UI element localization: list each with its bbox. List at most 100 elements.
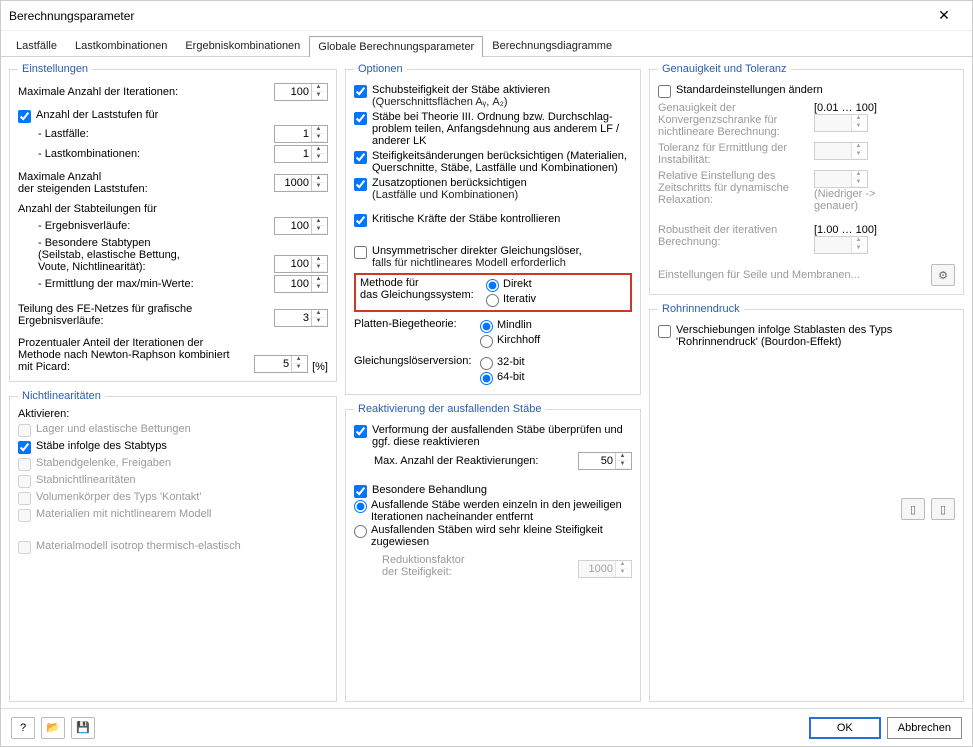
label-besondere-behandlung: Besondere Behandlung — [372, 484, 487, 496]
checkbox-verformung-pruefen[interactable] — [354, 425, 367, 438]
label-theorie3: Stäbe bei Theorie III. Ordnung bzw. Durc… — [372, 111, 632, 147]
group-optionen: Optionen Schubsteifigkeit der Stäbe akti… — [345, 63, 641, 395]
label-kritische-kraefte: Kritische Kräfte der Stäbe kontrollieren — [372, 213, 560, 225]
label-method: Methode für das Gleichungssystem: — [360, 277, 486, 308]
checkbox-volumenkoerper — [18, 492, 31, 505]
radio-kleine-steifigkeit[interactable] — [354, 525, 367, 538]
spin-special-types[interactable]: ▲▼ — [274, 255, 328, 273]
checkbox-steifigkeitsaenderungen[interactable] — [354, 151, 367, 164]
range-robustheit: [1.00 … 100] — [814, 224, 912, 236]
spin-fe-div[interactable]: ▲▼ — [274, 309, 328, 327]
legend-rohrinnendruck: Rohrinnendruck — [658, 303, 744, 315]
spin-toleranz: ▲▼ — [814, 142, 868, 160]
spin-load-cases[interactable]: ▲▼ — [274, 125, 328, 143]
tool-icon-1[interactable]: ▯ — [901, 498, 925, 520]
save-icon[interactable]: 💾 — [71, 717, 95, 739]
label-special-types: - Besondere Stabtypen (Seilstab, elastis… — [38, 237, 270, 273]
checkbox-unsymmetrischer[interactable] — [354, 246, 367, 259]
label-stabendgelenke: Stabendgelenke, Freigaben — [36, 457, 171, 469]
folder-icon[interactable]: 📂 — [41, 717, 65, 739]
label-konvergenz: Genauigkeit der Konvergenzschranke für n… — [658, 102, 808, 138]
checkbox-staebe-stabtyp[interactable] — [18, 441, 31, 454]
checkbox-standard-aendern[interactable] — [658, 85, 671, 98]
label-einzeln-entfernt: Ausfallende Stäbe werden einzeln in den … — [371, 499, 632, 523]
cancel-button[interactable]: Abbrechen — [887, 717, 962, 739]
tab-lastfaelle[interactable]: Lastfälle — [7, 35, 66, 56]
label-materialien-nl: Materialien mit nichtlinearem Modell — [36, 508, 211, 520]
tab-globale-berechnungsparameter[interactable]: Globale Berechnungsparameter — [309, 36, 483, 57]
highlight-method: Methode für das Gleichungssystem: Direkt… — [354, 273, 632, 312]
legend-genauigkeit: Genauigkeit und Toleranz — [658, 63, 791, 75]
label-unsymmetrischer: Unsymmetrischer direkter Gleichungslöser… — [372, 245, 582, 269]
label-load-cases: - Lastfälle: — [38, 128, 270, 140]
label-steifigkeitsaenderungen: Steifigkeitsänderungen berücksichtigen (… — [372, 150, 632, 174]
spin-max-min[interactable]: ▲▼ — [274, 275, 328, 293]
label-materialmodell-iso: Materialmodell isotrop thermisch-elastis… — [36, 540, 241, 552]
spin-max-iterations[interactable]: ▲▼ — [274, 83, 328, 101]
tab-berechnungsdiagramme[interactable]: Berechnungsdiagramme — [483, 35, 621, 56]
label-iterativ: Iterativ — [503, 293, 536, 305]
tab-lastkombinationen[interactable]: Lastkombinationen — [66, 35, 176, 56]
group-einstellungen: Einstellungen Maximale Anzahl der Iterat… — [9, 63, 337, 382]
radio-64bit[interactable] — [480, 372, 493, 385]
spin-zeitschritt: ▲▼ — [814, 170, 868, 188]
label-max-min: - Ermittlung der max/min-Werte: — [38, 278, 270, 290]
checkbox-schubsteifigkeit[interactable] — [354, 85, 367, 98]
label-solver-version: Gleichungslöserversion: — [354, 355, 480, 386]
label-load-combos: - Lastkombinationen: — [38, 148, 270, 160]
group-nichtlinearitaeten: Nichtlinearitäten Aktivieren: Lager und … — [9, 390, 337, 702]
checkbox-materialien-nl — [18, 509, 31, 522]
label-staebe-stabtyp: Stäbe infolge des Stabtyps — [36, 440, 167, 452]
checkbox-besondere-behandlung[interactable] — [354, 485, 367, 498]
label-64bit: 64-bit — [497, 371, 525, 383]
settings-icon: ⚙ — [931, 264, 955, 286]
label-picard-unit: [%] — [312, 361, 328, 373]
radio-direkt[interactable] — [486, 279, 499, 292]
label-kleine-steifigkeit: Ausfallenden Stäben wird sehr kleine Ste… — [371, 524, 632, 548]
label-zusatzoptionen: Zusatzoptionen berücksichtigen(Lastfälle… — [372, 177, 527, 201]
label-divisions-header: Anzahl der Stabteilungen für — [18, 203, 328, 215]
tab-ergebniskombinationen[interactable]: Ergebniskombinationen — [176, 35, 309, 56]
spin-load-combos[interactable]: ▲▼ — [274, 145, 328, 163]
tool-icon-2[interactable]: ▯ — [931, 498, 955, 520]
label-verformung-pruefen: Verformung der ausfallenden Stäbe überpr… — [372, 424, 632, 448]
checkbox-bourdon[interactable] — [658, 325, 671, 338]
label-max-rising: Maximale Anzahl der steigenden Laststufe… — [18, 171, 270, 195]
label-lager: Lager und elastische Bettungen — [36, 423, 191, 435]
close-icon[interactable]: ✕ — [924, 7, 964, 24]
label-mindlin: Mindlin — [497, 319, 532, 331]
spin-konvergenz: ▲▼ — [814, 114, 868, 132]
label-result-courses: - Ergebnisverläufe: — [38, 220, 270, 232]
radio-einzeln-entfernt[interactable] — [354, 500, 367, 513]
group-reaktivierung: Reaktivierung der ausfallenden Stäbe Ver… — [345, 403, 641, 702]
spin-result-courses[interactable]: ▲▼ — [274, 217, 328, 235]
group-genauigkeit: Genauigkeit und Toleranz Standardeinstel… — [649, 63, 964, 295]
checkbox-kritische-kraefte[interactable] — [354, 214, 367, 227]
spin-reduktionsfaktor: ▲▼ — [578, 560, 632, 578]
label-standard-aendern: Standardeinstellungen ändern — [676, 84, 823, 96]
label-stabnichtlin: Stabnichtlinearitäten — [36, 474, 136, 486]
legend-optionen: Optionen — [354, 63, 407, 75]
legend-einstellungen: Einstellungen — [18, 63, 92, 75]
checkbox-theorie3[interactable] — [354, 112, 367, 125]
ok-button[interactable]: OK — [809, 717, 881, 739]
label-schubsteifigkeit: Schubsteifigkeit der Stäbe aktivieren(Qu… — [372, 84, 550, 108]
label-zeitschritt: Relative Einstellung des Zeitschritts fü… — [658, 170, 808, 206]
label-fe-div: Teilung des FE-Netzes für grafische Erge… — [18, 303, 270, 327]
radio-iterativ[interactable] — [486, 294, 499, 307]
radio-32bit[interactable] — [480, 357, 493, 370]
checkbox-load-steps[interactable] — [18, 110, 31, 123]
label-32bit: 32-bit — [497, 356, 525, 368]
spin-max-rising[interactable]: ▲▼ — [274, 174, 328, 192]
checkbox-zusatzoptionen[interactable] — [354, 178, 367, 191]
spin-picard[interactable]: ▲▼ — [254, 355, 308, 373]
label-toleranz: Toleranz für Ermittlung der Instabilität… — [658, 142, 808, 166]
spin-robustheit: ▲▼ — [814, 236, 868, 254]
radio-kirchhoff[interactable] — [480, 335, 493, 348]
range-konvergenz: [0.01 … 100] — [814, 102, 912, 114]
tab-bar: Lastfälle Lastkombinationen Ergebniskomb… — [1, 31, 972, 57]
help-icon[interactable]: ? — [11, 717, 35, 739]
spin-max-react[interactable]: ▲▼ — [578, 452, 632, 470]
radio-mindlin[interactable] — [480, 320, 493, 333]
label-direkt: Direkt — [503, 278, 532, 290]
